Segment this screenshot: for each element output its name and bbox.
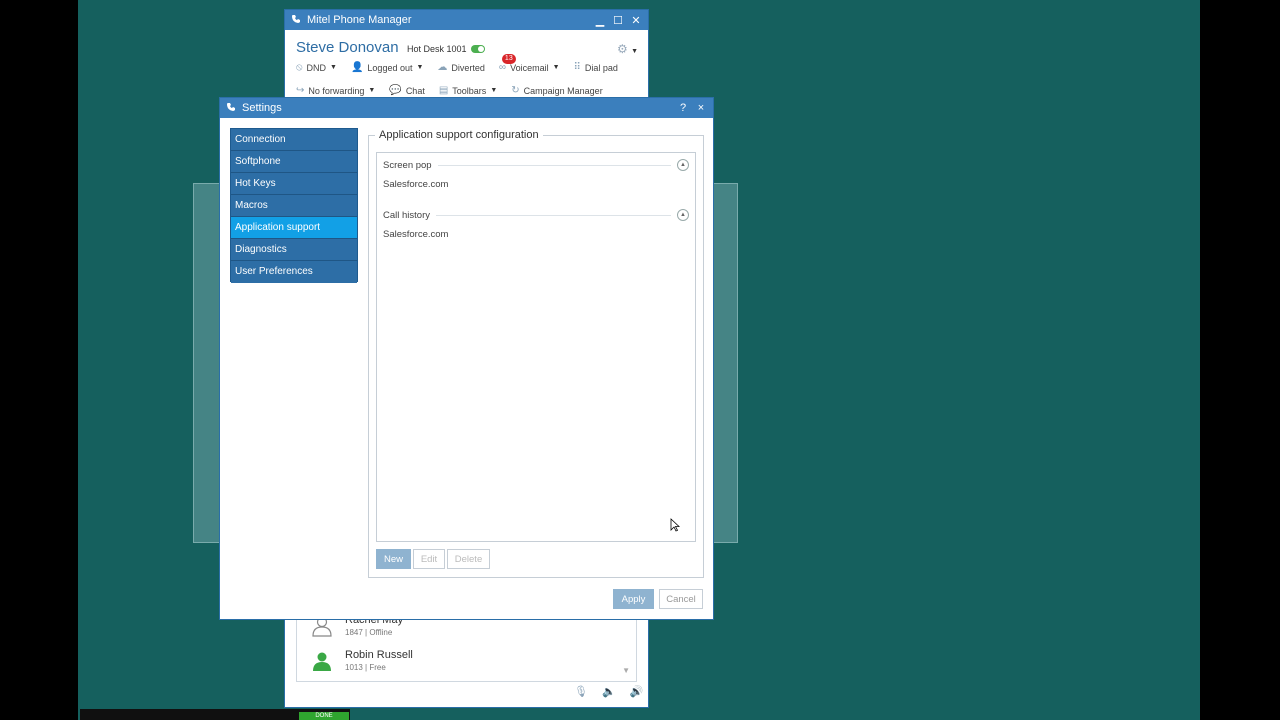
- dnd-icon: ⦸: [296, 62, 303, 73]
- chevron-down-icon: ▼: [368, 87, 376, 94]
- section-title: Call history: [383, 209, 430, 221]
- mouse-cursor-icon: [670, 518, 680, 532]
- chat-label: Chat: [405, 85, 425, 96]
- nav-item-hot-keys[interactable]: Hot Keys: [231, 173, 357, 195]
- person-available-icon: [313, 652, 331, 671]
- campaign-manager-button[interactable]: ↻ Campaign Manager: [511, 85, 602, 96]
- person-icon: 👤: [350, 62, 364, 73]
- speaker-icon[interactable]: 🔈: [602, 685, 616, 698]
- apply-button[interactable]: Apply: [613, 589, 654, 609]
- list-item[interactable]: Salesforce.com: [383, 229, 448, 240]
- dial-pad-label: Dial pad: [584, 62, 618, 73]
- voicemail-button[interactable]: ∞ 13 Voicemail ▼: [499, 54, 560, 73]
- contact-status: Free: [369, 663, 386, 672]
- group-title: Application support configuration: [375, 129, 543, 141]
- section-title: Screen pop: [383, 159, 432, 171]
- volume-icon[interactable]: 🔊: [630, 685, 644, 698]
- refresh-icon: ↻: [511, 85, 520, 96]
- nav-item-connection[interactable]: Connection: [231, 129, 357, 151]
- nav-item-diagnostics[interactable]: Diagnostics: [231, 239, 357, 261]
- cloud-icon: ☁: [437, 62, 448, 73]
- gear-icon[interactable]: ⚙ ▼: [617, 42, 638, 56]
- toolbar-row-2: ↪ No forwarding ▼ 💬 Chat ▤ Toolbars ▼ ↻ Campai…: [296, 85, 603, 96]
- nav-item-user-preferences[interactable]: User Preferences: [231, 261, 357, 283]
- user-name[interactable]: Steve Donovan: [296, 39, 399, 56]
- hot-desk-label: Hot Desk 1001: [407, 44, 467, 54]
- nav-item-application-support[interactable]: Application support: [231, 217, 357, 239]
- voicemail-badge: 13: [501, 54, 516, 64]
- dnd-label: DND: [306, 62, 327, 73]
- audio-controls: 🎙 🔈 🔊: [574, 685, 643, 698]
- contact-status: Offline: [369, 628, 393, 637]
- forward-icon: ↪: [296, 85, 305, 96]
- close-button[interactable]: ×: [693, 100, 709, 116]
- forwarding-button[interactable]: ↪ No forwarding ▼: [296, 85, 375, 96]
- contact-name: Robin Russell: [345, 649, 413, 661]
- login-status-label: Logged out: [367, 62, 413, 73]
- hot-desk-status[interactable]: Hot Desk 1001: [407, 44, 485, 54]
- section-header-call-history: Call history ▲: [383, 209, 689, 221]
- edit-button[interactable]: Edit: [413, 549, 445, 569]
- help-button[interactable]: ?: [675, 100, 691, 116]
- diverted-label: Diverted: [451, 62, 485, 73]
- chevron-down-icon: ▼: [330, 64, 337, 71]
- toolbar-icon: ▤: [438, 85, 449, 96]
- phone-icon: [226, 102, 236, 115]
- dnd-button[interactable]: ⦸ DND ▼: [296, 62, 337, 73]
- chevron-down-icon: ▼: [416, 64, 424, 71]
- delete-button[interactable]: Delete: [447, 549, 490, 569]
- forwarding-label: No forwarding: [308, 85, 365, 96]
- chevron-down-icon: ▼: [552, 64, 560, 71]
- scroll-down-icon[interactable]: ▼: [622, 666, 630, 675]
- login-status-button[interactable]: 👤 Logged out ▼: [351, 62, 423, 73]
- contact-extension: 1013: [345, 663, 363, 672]
- collapse-icon[interactable]: ▲: [677, 209, 689, 221]
- toolbars-button[interactable]: ▤ Toolbars ▼: [439, 85, 497, 96]
- screen: Mitel Phone Manager ▁ ☐ ✕ Steve Donovan …: [0, 0, 1280, 720]
- section-header-screen-pop: Screen pop ▲: [383, 159, 689, 171]
- contacts-list: Rachel May 1847 | Offline Robin Russell …: [296, 614, 637, 682]
- hot-desk-toggle[interactable]: [470, 45, 485, 53]
- nav-item-softphone[interactable]: Softphone: [231, 151, 357, 173]
- voicemail-label: Voicemail: [510, 62, 549, 73]
- minimize-button[interactable]: ▁: [592, 12, 608, 28]
- dial-pad-button[interactable]: ⠿ Dial pad: [574, 62, 618, 73]
- settings-dialog: Settings ? × Connection Softphone Hot Ke…: [219, 97, 714, 620]
- settings-nav: Connection Softphone Hot Keys Macros App…: [230, 128, 358, 283]
- chat-icon: 💬: [389, 85, 402, 96]
- phone-icon: [291, 14, 301, 27]
- cancel-button[interactable]: Cancel: [659, 589, 703, 609]
- collapse-icon[interactable]: ▲: [677, 159, 689, 171]
- settings-title: Settings: [242, 102, 282, 114]
- separator: |: [365, 663, 368, 672]
- dial-pad-icon: ⠿: [573, 62, 581, 73]
- window-title: Mitel Phone Manager: [307, 14, 412, 26]
- close-button[interactable]: ✕: [628, 12, 644, 28]
- phone-manager-titlebar[interactable]: Mitel Phone Manager ▁ ☐ ✕: [285, 10, 648, 30]
- new-button[interactable]: New: [376, 549, 411, 569]
- toolbars-label: Toolbars: [452, 85, 487, 96]
- chevron-down-icon: ▼: [490, 87, 498, 94]
- list-item[interactable]: Robin Russell 1013 | Free: [311, 649, 413, 672]
- chat-button[interactable]: 💬 Chat: [389, 85, 424, 96]
- nav-item-macros[interactable]: Macros: [231, 195, 357, 217]
- microphone-icon[interactable]: 🎙: [574, 685, 588, 698]
- toolbar-row-1: ⦸ DND ▼ 👤 Logged out ▼ ☁ Diverted ∞ 13 Voicemai…: [296, 54, 618, 73]
- done-button[interactable]: DONE: [299, 712, 349, 720]
- diverted-button[interactable]: ☁ Diverted: [437, 62, 485, 73]
- campaign-manager-label: Campaign Manager: [523, 85, 603, 96]
- maximize-button[interactable]: ☐: [610, 12, 626, 28]
- contact-extension: 1847: [345, 628, 363, 637]
- separator: |: [365, 628, 368, 637]
- list-item[interactable]: Salesforce.com: [383, 179, 448, 190]
- app-support-list: Screen pop ▲ Salesforce.com Call history…: [376, 152, 696, 542]
- settings-titlebar[interactable]: Settings ? ×: [220, 98, 713, 118]
